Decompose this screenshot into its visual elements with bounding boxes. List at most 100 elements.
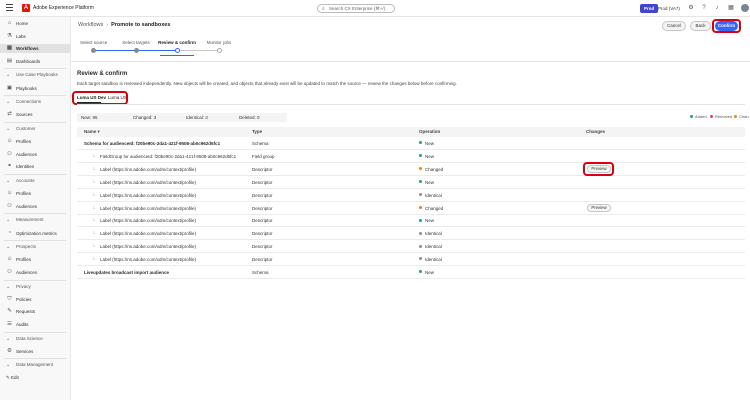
breadcrumb-workflows-link[interactable]: Workflows bbox=[78, 22, 103, 28]
operation-label: New bbox=[425, 141, 435, 146]
tree-branch-icon: └ bbox=[92, 153, 96, 159]
status-dot-icon bbox=[419, 141, 422, 145]
row-name: Liveupdates broadcast import audience bbox=[84, 270, 170, 275]
summary-identical: Identical: 3 bbox=[186, 115, 208, 120]
row-name: FieldGroup for audienceId: f20be90c-2da1… bbox=[100, 153, 237, 159]
sidebar-item-audiences[interactable]: ⚇ Audiences bbox=[0, 202, 70, 211]
sidebar-item-profiles[interactable]: ☺ Profiles bbox=[0, 255, 70, 264]
row-type: Descriptor bbox=[252, 244, 273, 250]
sidebar-item-audiences[interactable]: ⚇ Audiences bbox=[0, 268, 70, 277]
sidebar-section-label: Data Science bbox=[16, 335, 43, 341]
sidebar-section-data-science[interactable]: ⌄ Data Science bbox=[0, 335, 70, 343]
sidebar-item-profiles[interactable]: ☺ Profiles bbox=[0, 189, 70, 198]
sidebar-item-audits[interactable]: ☰ Audits bbox=[0, 320, 70, 329]
row-type: Descriptor bbox=[252, 192, 273, 198]
search-placeholder: Search CX Enterprise (⌘+/) bbox=[329, 6, 386, 11]
sidebar-section-data-management[interactable]: ⌄ Data Management bbox=[0, 361, 70, 369]
sidebar-item-label: Labs bbox=[16, 33, 26, 39]
sidebar-section-connections[interactable]: ⌄ Connections bbox=[0, 98, 70, 106]
tab-luma-us[interactable]: Luma US bbox=[108, 94, 127, 102]
section-description: Each target sandbox is reviewed independ… bbox=[77, 81, 457, 86]
sandbox-switcher[interactable]: Prod (VA7) bbox=[658, 4, 680, 13]
sidebar-item-services[interactable]: ⚙ Services bbox=[0, 347, 70, 356]
settings-gear-icon[interactable]: ⚙ bbox=[687, 4, 695, 12]
sidebar-divider bbox=[4, 279, 66, 281]
sidebar-item-home[interactable]: ⌂ Home bbox=[0, 19, 70, 28]
sidebar-item-label: Profiles bbox=[16, 139, 32, 145]
row-name: Label (https://ns.adobe.com/xdm/context/… bbox=[100, 218, 197, 224]
notifications-bell-icon[interactable]: ♪ bbox=[713, 4, 721, 12]
step-complete-icon bbox=[134, 48, 139, 53]
removed-dot-icon bbox=[710, 115, 713, 119]
preview-button[interactable]: Preview bbox=[587, 204, 611, 212]
sidebar-item-label: Profiles bbox=[16, 191, 32, 197]
legend-added: Added bbox=[690, 113, 707, 121]
hamburger-menu-icon[interactable] bbox=[6, 4, 13, 12]
profiles-icon: ☺ bbox=[6, 138, 13, 145]
row-name: Schema for audienceId: f20be90c-2da1-421… bbox=[84, 141, 221, 146]
sidebar-item-label: Requests bbox=[16, 309, 36, 315]
page-title: Promote to sandboxes bbox=[111, 22, 171, 28]
operation-label: New bbox=[425, 270, 435, 275]
status-dot-icon bbox=[419, 205, 422, 209]
sidebar-section-use-case-playbooks[interactable]: ⌄ Use Case Playbooks bbox=[0, 71, 70, 79]
sidebar-section-accounts[interactable]: ⌄ Accounts bbox=[0, 177, 70, 185]
preview-button[interactable]: Preview bbox=[587, 165, 611, 174]
metrics-icon: ◔ bbox=[7, 229, 12, 236]
step-pending-icon bbox=[217, 48, 222, 53]
row-name: Label (https://ns.adobe.com/xdm/context/… bbox=[100, 244, 197, 250]
status-dot-icon bbox=[419, 154, 422, 158]
row-name: Label (https://ns.adobe.com/xdm/context/… bbox=[100, 257, 197, 263]
sidebar-item-label: Services bbox=[16, 348, 34, 354]
sidebar-item-identities[interactable]: ⚭ Identities bbox=[0, 162, 70, 171]
breadcrumb: Workflows › Promote to sandboxes bbox=[78, 21, 170, 30]
adobe-logo-icon[interactable]: A bbox=[22, 4, 30, 12]
step-complete-icon bbox=[91, 48, 96, 53]
sidebar-section-prospects[interactable]: ⌄ Prospects bbox=[0, 243, 70, 251]
back-button[interactable]: Back bbox=[690, 21, 711, 31]
sidebar-section-measurement[interactable]: ⌄ Measurement bbox=[0, 216, 70, 224]
column-header-type: Type bbox=[252, 129, 263, 134]
account-profiles-icon: ☺ bbox=[6, 190, 13, 197]
operation-label: Identical bbox=[425, 192, 442, 198]
sidebar-item-workflows[interactable]: ▦ Workflows bbox=[0, 44, 70, 54]
table-row[interactable] bbox=[77, 266, 745, 279]
status-dot-icon bbox=[419, 167, 422, 171]
sidebar-item-policies[interactable]: ⛉ Policies bbox=[0, 295, 70, 304]
row-type: Descriptor bbox=[252, 218, 273, 224]
sort-descending-icon[interactable]: ▾ bbox=[98, 129, 100, 134]
sidebar-section-label: Data Management bbox=[16, 362, 54, 368]
step-current-icon bbox=[175, 48, 180, 53]
avatar[interactable] bbox=[741, 4, 749, 12]
sidebar-item-dashboards[interactable]: ▤ Dashboards bbox=[0, 57, 70, 66]
sidebar-section-customer[interactable]: ⌄ Customer bbox=[0, 125, 70, 133]
tab-luma-us-dev[interactable]: Luma US Dev bbox=[77, 94, 106, 102]
active-tab-indicator bbox=[77, 102, 101, 103]
sidebar-item-profiles[interactable]: ☺ Profiles bbox=[0, 137, 70, 146]
sidebar-item-sources[interactable]: ⇄ Sources bbox=[0, 110, 70, 119]
row-operation: New bbox=[419, 214, 434, 227]
sidebar-item-label: Audits bbox=[16, 322, 29, 327]
app-title[interactable]: Adobe Experience Platform bbox=[33, 4, 94, 12]
row-operation: New bbox=[419, 266, 434, 279]
operation-label: Identical bbox=[425, 231, 442, 237]
sidebar-item-optimization-metrics[interactable]: ◔ Optimization metrics bbox=[0, 229, 70, 238]
sidebar-item-requests[interactable]: ✎ Requests bbox=[0, 307, 70, 316]
sidebar-divider bbox=[4, 122, 66, 123]
column-header-name[interactable]: Name ▾ bbox=[84, 127, 100, 137]
sidebar-item-playbooks[interactable]: ▣ Playbooks bbox=[0, 84, 70, 93]
sidebar-item-labs[interactable]: ⚗ Labs bbox=[0, 32, 70, 41]
confirm-button[interactable]: Confirm bbox=[715, 21, 738, 31]
dashboards-icon: ▤ bbox=[6, 57, 13, 64]
row-name: Label (https://ns.adobe.com/xdm/context/… bbox=[100, 166, 197, 172]
cancel-button[interactable]: Cancel bbox=[662, 21, 686, 31]
row-operation: Identical bbox=[419, 240, 442, 253]
sidebar: ⌂ Home ⚗ Labs ▦ Workflows ▤ Dashboards ⌄ Use Case… bbox=[0, 17, 71, 400]
sidebar-edit-link[interactable]: ✎ Edit bbox=[6, 374, 19, 382]
global-search-input[interactable]: ⌕ Search CX Enterprise (⌘+/) bbox=[317, 4, 395, 13]
help-icon[interactable]: ? bbox=[700, 4, 708, 12]
sidebar-divider bbox=[4, 213, 66, 215]
apps-grid-icon[interactable]: ▦ bbox=[727, 4, 735, 12]
sidebar-item-audiences[interactable]: ⚇ Audiences bbox=[0, 150, 70, 159]
sidebar-section-privacy[interactable]: ⌄ Privacy bbox=[0, 283, 70, 291]
